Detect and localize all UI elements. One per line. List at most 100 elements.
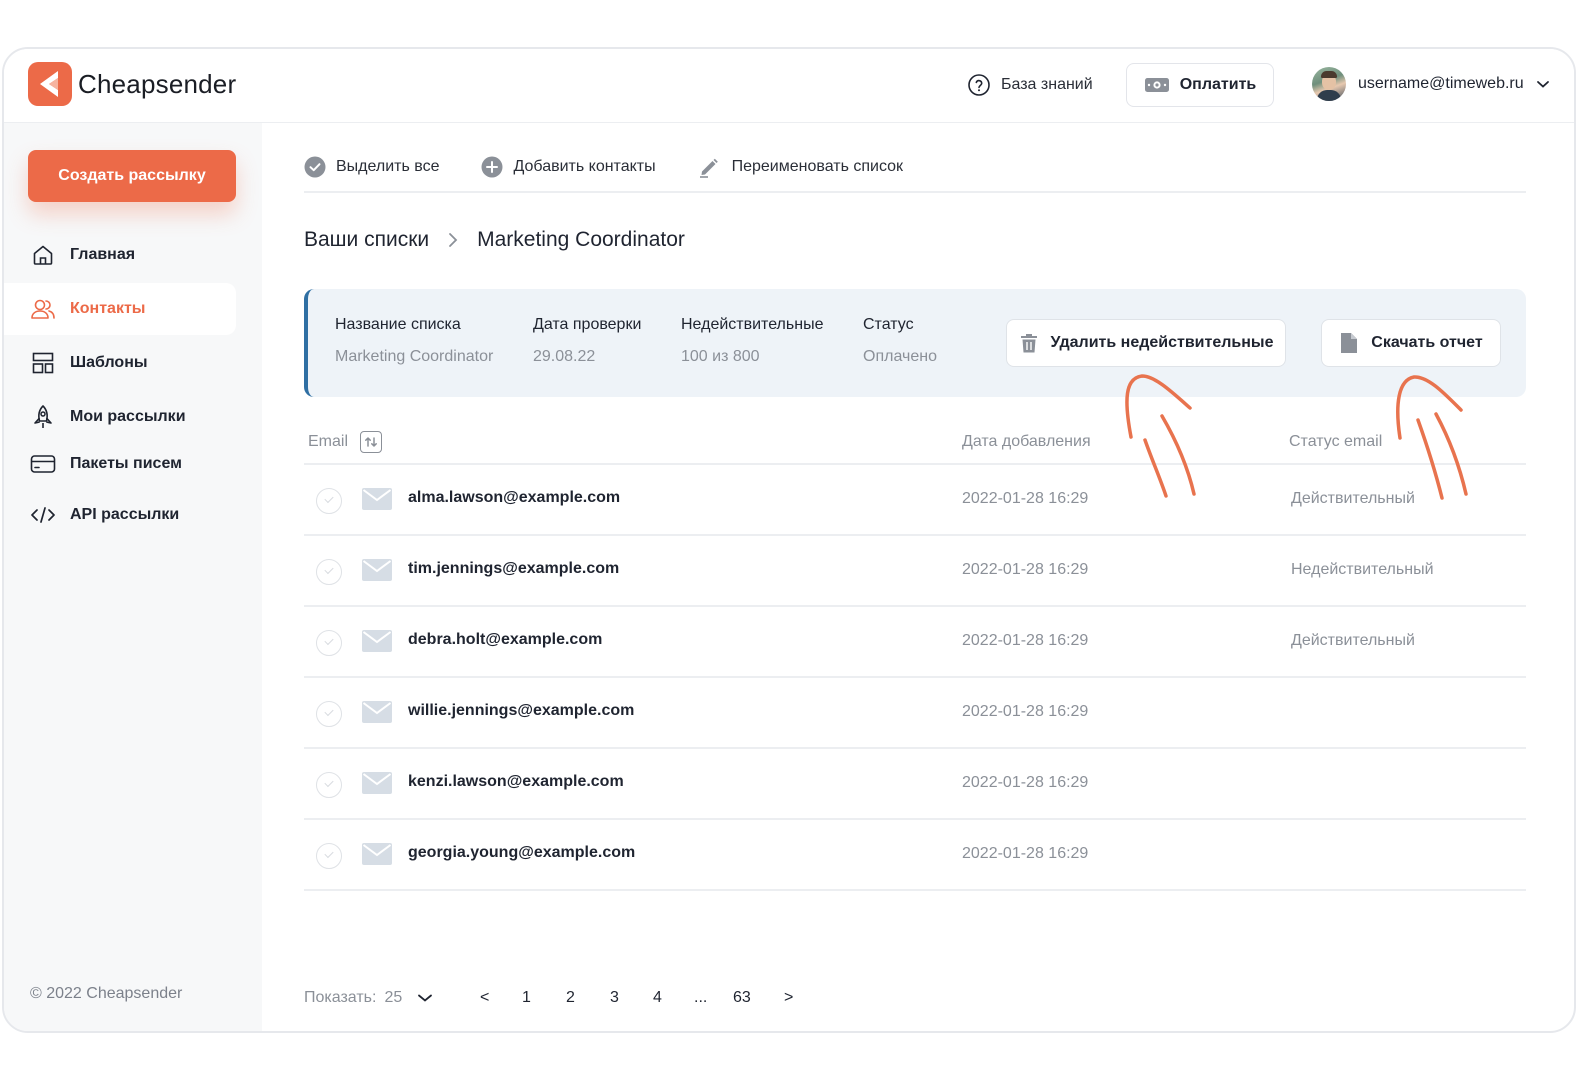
app-window: Cheapsender База знаний Оплатить usernam… bbox=[2, 47, 1576, 1033]
sidebar-item-label: Главная bbox=[70, 246, 136, 263]
add-contacts-label: Добавить контакты bbox=[513, 158, 656, 175]
pay-label: Оплатить bbox=[1179, 76, 1257, 93]
logo-icon bbox=[28, 62, 72, 106]
table-row[interactable]: alma.lawson@example.com 2022-01-28 16:29… bbox=[304, 465, 1526, 536]
column-date-added: Дата добавления bbox=[962, 433, 1091, 450]
row-email: kenzi.lawson@example.com bbox=[408, 773, 624, 790]
logo[interactable]: Cheapsender bbox=[28, 62, 236, 106]
plus-circle-icon bbox=[481, 156, 503, 178]
page-3[interactable]: 3 bbox=[610, 989, 619, 1007]
question-circle-icon bbox=[968, 74, 990, 96]
table-row[interactable]: kenzi.lawson@example.com 2022-01-28 16:2… bbox=[304, 749, 1526, 820]
row-date: 2022-01-28 16:29 bbox=[962, 561, 1089, 578]
user-email: username@timeweb.ru bbox=[1358, 75, 1524, 92]
list-name-label: Название списка bbox=[335, 316, 461, 333]
document-icon bbox=[1341, 333, 1358, 353]
copyright: © 2022 Cheapsender bbox=[30, 985, 183, 1002]
page-size-label: Показать: bbox=[304, 989, 377, 1006]
row-email: tim.jennings@example.com bbox=[408, 560, 620, 577]
money-icon bbox=[1144, 78, 1169, 92]
contacts-table: Email Дата добавления Статус email alma.… bbox=[304, 419, 1526, 891]
brand-name: Cheapsender bbox=[78, 68, 237, 99]
code-icon bbox=[30, 502, 56, 528]
envelope-icon bbox=[362, 558, 392, 587]
main-content: Выделить все Добавить контакты Переимено… bbox=[262, 123, 1574, 1031]
check-date-label: Дата проверки bbox=[533, 316, 642, 333]
page-4[interactable]: 4 bbox=[653, 989, 662, 1007]
knowledge-base-label: База знаний bbox=[1001, 76, 1093, 93]
pagination: Показать: 25 < 1 2 3 4 ... 63 > bbox=[304, 989, 793, 1007]
check-circle-icon bbox=[304, 156, 326, 178]
breadcrumb-root[interactable]: Ваши списки bbox=[304, 228, 429, 252]
list-info-card: Название списка Marketing Coordinator Да… bbox=[304, 289, 1526, 397]
sidebar-item-campaigns[interactable]: Мои рассылки bbox=[4, 391, 236, 443]
select-all-label: Выделить все bbox=[336, 158, 440, 175]
delete-invalid-button[interactable]: Удалить недействительные bbox=[1006, 319, 1286, 367]
row-email: willie.jennings@example.com bbox=[408, 702, 635, 719]
column-email: Email bbox=[308, 433, 349, 450]
sidebar-item-label: Пакеты писем bbox=[70, 455, 182, 472]
rocket-icon bbox=[30, 404, 56, 430]
status-value: Оплачено bbox=[863, 348, 937, 365]
breadcrumb: Ваши списки Marketing Coordinator bbox=[304, 228, 685, 252]
envelope-icon bbox=[362, 487, 392, 516]
contacts-icon bbox=[30, 296, 56, 322]
row-checkbox[interactable] bbox=[316, 559, 342, 585]
page-size-value: 25 bbox=[384, 989, 403, 1006]
row-date: 2022-01-28 16:29 bbox=[962, 632, 1089, 649]
templates-icon bbox=[30, 350, 56, 376]
page-63[interactable]: 63 bbox=[733, 989, 751, 1007]
prev-page-button[interactable]: < bbox=[480, 989, 489, 1007]
top-header: Cheapsender База знаний Оплатить usernam… bbox=[4, 49, 1574, 123]
status-label: Статус bbox=[863, 316, 914, 333]
check-date-info: Дата проверки 29.08.22 bbox=[533, 316, 641, 366]
status-info: Статус Оплачено bbox=[863, 316, 937, 366]
list-name-value: Marketing Coordinator bbox=[335, 348, 494, 365]
check-date-value: 29.08.22 bbox=[533, 348, 596, 365]
trash-icon bbox=[1020, 334, 1037, 353]
row-checkbox[interactable] bbox=[316, 630, 342, 656]
page-2[interactable]: 2 bbox=[566, 989, 575, 1007]
row-checkbox[interactable] bbox=[316, 701, 342, 727]
row-checkbox[interactable] bbox=[316, 843, 342, 869]
row-email: alma.lawson@example.com bbox=[408, 489, 621, 506]
rename-list-label: Переименовать список bbox=[731, 158, 904, 175]
sidebar-item-label: Шаблоны bbox=[70, 354, 148, 371]
column-email-status: Статус email bbox=[1289, 433, 1383, 450]
row-status: Недействительный bbox=[1291, 561, 1434, 578]
sidebar-item-contacts[interactable]: Контакты bbox=[4, 283, 236, 335]
pay-button[interactable]: Оплатить bbox=[1126, 63, 1274, 107]
knowledge-base-link[interactable]: База знаний bbox=[967, 73, 1093, 97]
row-checkbox[interactable] bbox=[316, 772, 342, 798]
sidebar-item-templates[interactable]: Шаблоны bbox=[4, 337, 236, 389]
avatar bbox=[1312, 67, 1346, 101]
select-all-button[interactable]: Выделить все bbox=[304, 156, 439, 178]
row-date: 2022-01-28 16:29 bbox=[962, 845, 1089, 862]
create-campaign-button[interactable]: Создать рассылку bbox=[28, 150, 236, 202]
row-status: Действительный bbox=[1291, 632, 1415, 649]
sidebar-item-packages[interactable]: Пакеты писем bbox=[4, 438, 236, 490]
sidebar-item-home[interactable]: Главная bbox=[4, 229, 236, 281]
page-1[interactable]: 1 bbox=[522, 989, 531, 1007]
envelope-icon bbox=[362, 771, 392, 800]
row-email: debra.holt@example.com bbox=[408, 631, 603, 648]
table-row[interactable]: debra.holt@example.com 2022-01-28 16:29 … bbox=[304, 607, 1526, 678]
add-contacts-button[interactable]: Добавить контакты bbox=[481, 156, 656, 178]
sidebar-item-api[interactable]: API рассылки bbox=[4, 489, 236, 541]
sort-icon[interactable] bbox=[360, 431, 382, 453]
next-page-button[interactable]: > bbox=[784, 989, 793, 1007]
table-header: Email Дата добавления Статус email bbox=[304, 419, 1526, 465]
table-row[interactable]: georgia.young@example.com 2022-01-28 16:… bbox=[304, 820, 1526, 891]
invalid-value: 100 из 800 bbox=[681, 348, 760, 365]
envelope-icon bbox=[362, 700, 392, 729]
chevron-down-icon bbox=[418, 994, 433, 1002]
row-checkbox[interactable] bbox=[316, 488, 342, 514]
rename-list-button[interactable]: Переименовать список bbox=[698, 156, 903, 178]
table-row[interactable]: willie.jennings@example.com 2022-01-28 1… bbox=[304, 678, 1526, 749]
download-report-button[interactable]: Скачать отчет bbox=[1321, 319, 1501, 367]
table-row[interactable]: tim.jennings@example.com 2022-01-28 16:2… bbox=[304, 536, 1526, 607]
row-date: 2022-01-28 16:29 bbox=[962, 490, 1089, 507]
sidebar: Создать рассылку Главная Контакты Шаблон… bbox=[4, 123, 262, 1031]
user-menu[interactable]: username@timeweb.ru bbox=[1312, 67, 1550, 101]
page-size-select[interactable]: Показать: 25 bbox=[304, 989, 434, 1007]
